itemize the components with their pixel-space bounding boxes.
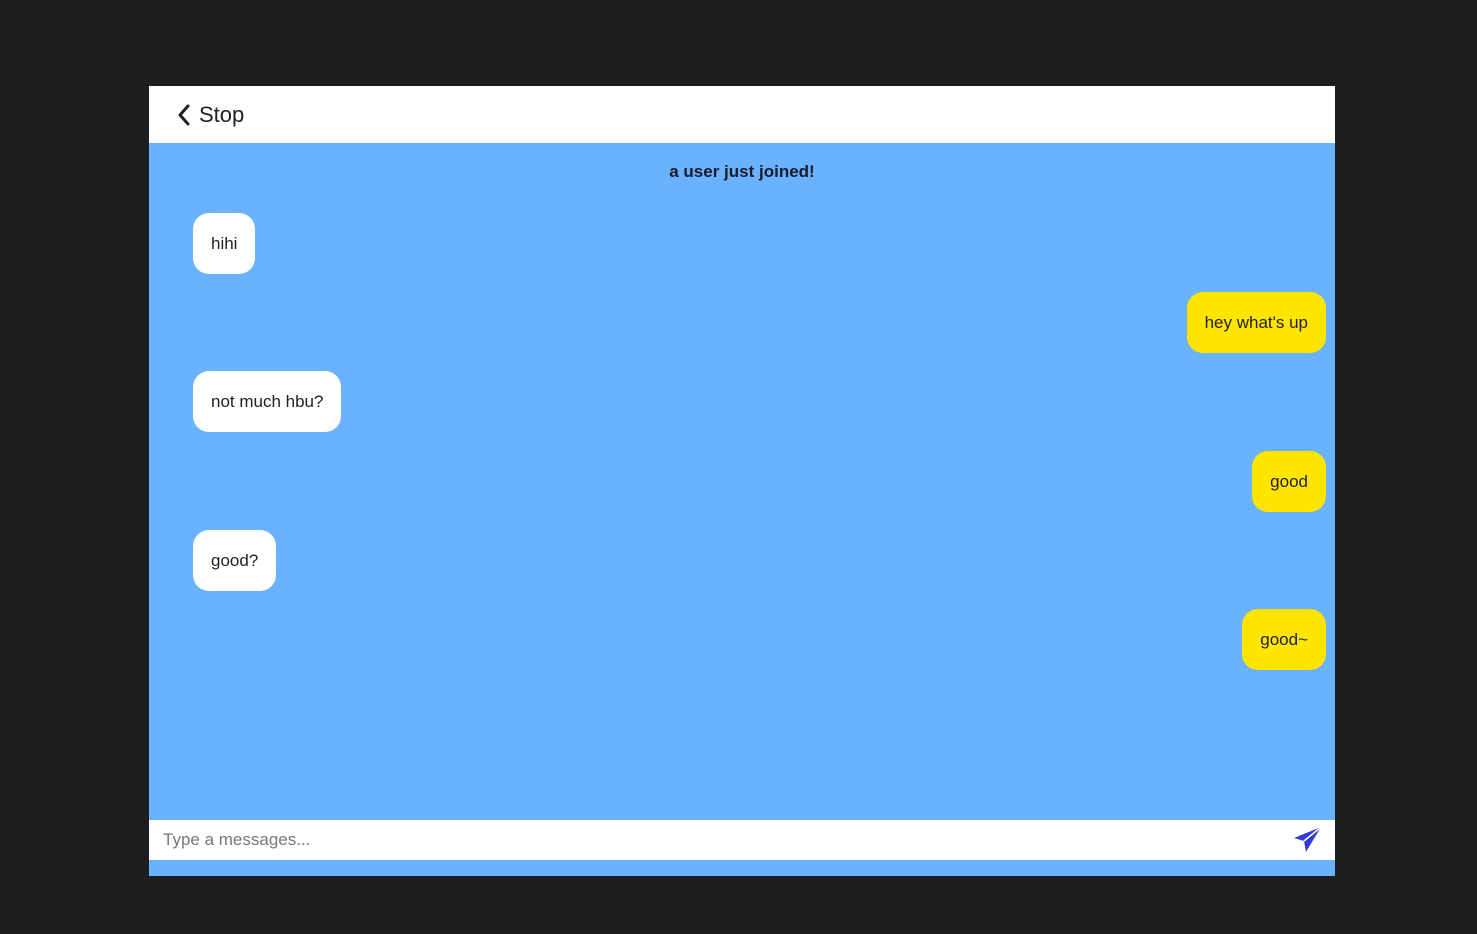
- stop-button[interactable]: Stop: [177, 100, 244, 130]
- message-input[interactable]: [149, 820, 1279, 860]
- stop-label: Stop: [199, 102, 245, 127]
- message-bubble-outgoing: hey what's up: [1186, 292, 1326, 353]
- message-bubble-incoming: hihi: [193, 213, 256, 274]
- message-bubble-incoming: good?: [193, 530, 277, 591]
- system-message: a user just joined!: [669, 162, 815, 181]
- chat-header: Stop: [149, 86, 1335, 143]
- message-bubble-incoming: not much hbu?: [193, 371, 342, 432]
- message-list: a user just joined! hihi hey what's up n…: [149, 143, 1335, 820]
- message-bubble-outgoing: good: [1252, 451, 1326, 512]
- chevron-left-icon: [177, 104, 191, 126]
- message-composer: [149, 820, 1335, 860]
- send-button[interactable]: [1293, 826, 1323, 854]
- paper-plane-icon: [1293, 826, 1323, 858]
- message-bubble-outgoing: good~: [1242, 609, 1326, 670]
- chat-window: Stop a user just joined! hihi hey what's…: [149, 86, 1335, 876]
